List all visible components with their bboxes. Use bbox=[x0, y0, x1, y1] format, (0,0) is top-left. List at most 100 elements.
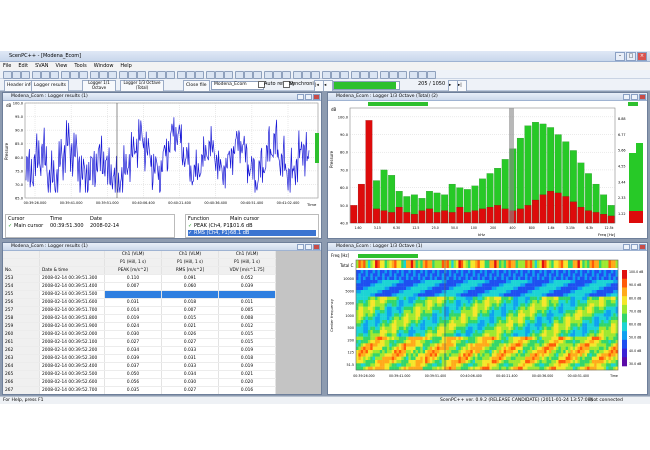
toolbar-icon[interactable] bbox=[264, 71, 273, 79]
column-header[interactable]: VDV [m/s^1.75] bbox=[218, 266, 276, 275]
toolbar-icon[interactable] bbox=[50, 71, 59, 79]
column-header[interactable] bbox=[3, 251, 40, 259]
table-row[interactable]: 255 2008-02-14 00:39:51.500 bbox=[3, 290, 276, 299]
file-select[interactable]: Modena_Ecom bbox=[211, 81, 264, 90]
toolbar-icon[interactable] bbox=[409, 71, 418, 79]
toolbar-icon[interactable] bbox=[215, 71, 224, 79]
logger-line-chart[interactable]: dB Pressure 100.095.090.085.080.075.070.… bbox=[3, 100, 322, 211]
column-header[interactable]: Date & time bbox=[39, 266, 105, 275]
minimize-button[interactable]: – bbox=[615, 52, 625, 61]
table-row[interactable]: 262 2008-02-14 00:39:52.200 0.034 0.033 0.01… bbox=[3, 346, 276, 355]
toolbar-icon[interactable] bbox=[195, 71, 204, 79]
table-row[interactable]: 259 2008-02-14 00:39:51.900 0.024 0.021 0.01… bbox=[3, 322, 276, 331]
table-row[interactable]: 256 2008-02-14 00:39:51.600 0.031 0.018 0.01… bbox=[3, 298, 276, 307]
function-name[interactable]: RMS (Ch4, P1) bbox=[194, 230, 230, 236]
toolbar-icon[interactable] bbox=[3, 71, 12, 79]
toolbar-icon[interactable] bbox=[302, 71, 311, 79]
toolbar-icon[interactable] bbox=[99, 71, 108, 79]
toolbar-icon[interactable] bbox=[90, 71, 99, 79]
column-header[interactable]: Ch1 (VLM) bbox=[218, 251, 276, 259]
toolbar-icon[interactable] bbox=[235, 71, 244, 79]
toolbar-icon[interactable] bbox=[128, 71, 137, 79]
column-header[interactable]: Ch1 (VLM) bbox=[104, 251, 162, 259]
column-header[interactable] bbox=[39, 251, 105, 259]
toolbar-icon[interactable] bbox=[293, 71, 302, 79]
function-name[interactable]: PEAK (Ch4, P1) bbox=[194, 223, 232, 229]
column-header[interactable]: No. bbox=[3, 266, 40, 275]
toolbar-icon[interactable] bbox=[224, 71, 233, 79]
heat-cell bbox=[579, 330, 583, 334]
column-header[interactable]: P1 (Hill, 1 s) bbox=[218, 258, 276, 267]
toolbar-icon[interactable] bbox=[206, 71, 215, 79]
column-header[interactable]: Ch1 (VLM) bbox=[161, 251, 219, 259]
column-header[interactable] bbox=[3, 258, 40, 267]
toolbar-icon[interactable] bbox=[12, 71, 21, 79]
column-header[interactable]: RMS [m/s^2] bbox=[161, 266, 219, 275]
toolbar-icon[interactable] bbox=[21, 71, 30, 79]
toolbar-icon[interactable] bbox=[389, 71, 398, 79]
toolbar-icon[interactable] bbox=[61, 71, 70, 79]
table-row[interactable]: 253 2008-02-14 00:39:51.300 0.110 0.091 0.05… bbox=[3, 274, 276, 283]
column-header[interactable] bbox=[39, 258, 105, 267]
toolbar-icon[interactable] bbox=[418, 71, 427, 79]
toolbar-icon[interactable] bbox=[244, 71, 253, 79]
toolbar-icon[interactable] bbox=[108, 71, 117, 79]
results-grid[interactable]: Ch1 (VLM) Ch1 (VLM) Ch1 (VLM) P1 (Hill, 1 s… bbox=[3, 251, 276, 396]
toolbar-icon[interactable] bbox=[340, 71, 349, 79]
panel-close-button[interactable] bbox=[313, 244, 320, 250]
table-row[interactable]: 264 2008-02-14 00:39:52.400 0.037 0.033 0.01… bbox=[3, 362, 276, 371]
toolbar-icon[interactable] bbox=[427, 71, 436, 79]
table-row[interactable]: 254 2008-02-14 00:39:51.400 0.007 0.060 0.03… bbox=[3, 282, 276, 291]
column-header[interactable]: P1 (Hill, 1 s) bbox=[104, 258, 162, 267]
menu-tools[interactable]: Tools bbox=[74, 63, 86, 69]
toolbar-icon[interactable] bbox=[311, 71, 320, 79]
column-header[interactable]: PEAK [m/s^2] bbox=[104, 266, 162, 275]
menu-window[interactable]: Window bbox=[94, 63, 114, 69]
toolbar-icon[interactable] bbox=[166, 71, 175, 79]
toolbar-icon[interactable] bbox=[157, 71, 166, 79]
toolbar-icon[interactable] bbox=[32, 71, 41, 79]
toolbar-icon[interactable] bbox=[70, 71, 79, 79]
toolbar-icon[interactable] bbox=[360, 71, 369, 79]
menu-file[interactable]: File bbox=[3, 63, 11, 69]
cursor-name[interactable]: Main cursor bbox=[14, 223, 43, 229]
octave-bar-chart[interactable]: dB Pressure 100.090.080.070.060.050.040.… bbox=[328, 100, 648, 239]
toolbar-icon[interactable] bbox=[79, 71, 88, 79]
sonogram-chart[interactable]: Freq [Hz] Total C Center frequency 10000… bbox=[328, 250, 648, 395]
table-row[interactable]: 267 2008-02-14 00:39:52.700 0.035 0.027 0.01… bbox=[3, 386, 276, 394]
column-header[interactable]: P1 (Hill, 1 s) bbox=[161, 258, 219, 267]
menu-view[interactable]: View bbox=[56, 63, 68, 69]
table-row[interactable]: 261 2008-02-14 00:39:52.100 0.027 0.027 0.01… bbox=[3, 338, 276, 347]
toolbar-icon[interactable] bbox=[282, 71, 291, 79]
menu-help[interactable]: Help bbox=[120, 63, 131, 69]
table-row[interactable]: 260 2008-02-14 00:39:52.000 0.030 0.026 0.01… bbox=[3, 330, 276, 339]
close-button[interactable]: × bbox=[637, 52, 647, 61]
menu-svan[interactable]: SVAN bbox=[35, 63, 48, 69]
toolbar-icon[interactable] bbox=[253, 71, 262, 79]
menu-edit[interactable]: Edit bbox=[18, 63, 28, 69]
table-row[interactable]: 266 2008-02-14 00:39:52.600 0.056 0.030 0.02… bbox=[3, 378, 276, 387]
toolbar-icon[interactable] bbox=[273, 71, 282, 79]
table-row[interactable]: 257 2008-02-14 00:39:51.700 0.014 0.007 0.00… bbox=[3, 306, 276, 315]
record-position-bar[interactable] bbox=[333, 81, 400, 90]
toolbar-icon[interactable] bbox=[177, 71, 186, 79]
toolbar-icon[interactable] bbox=[119, 71, 128, 79]
toolbar-icon[interactable] bbox=[398, 71, 407, 79]
toolbar-icon[interactable] bbox=[186, 71, 195, 79]
toolbar-icon[interactable] bbox=[137, 71, 146, 79]
toolbar-icon[interactable] bbox=[380, 71, 389, 79]
cursor-band[interactable] bbox=[509, 108, 514, 223]
toolbar-icon[interactable] bbox=[331, 71, 340, 79]
table-row[interactable]: 265 2008-02-14 00:39:52.500 0.050 0.034 0.02… bbox=[3, 370, 276, 379]
toolbar-icon[interactable] bbox=[351, 71, 360, 79]
table-row[interactable]: 2682008-02-14 00:39:52.8000.0260.0230.01… bbox=[3, 395, 276, 396]
maximize-button[interactable]: □ bbox=[626, 52, 636, 61]
toolbar-icon[interactable] bbox=[322, 71, 331, 79]
toolbar-icon[interactable] bbox=[369, 71, 378, 79]
panel-min-button[interactable] bbox=[297, 244, 304, 250]
panel-max-button[interactable] bbox=[305, 244, 312, 250]
toolbar-icon[interactable] bbox=[148, 71, 157, 79]
toolbar-icon[interactable] bbox=[41, 71, 50, 79]
table-row[interactable]: 263 2008-02-14 00:39:52.300 0.039 0.031 0.01… bbox=[3, 354, 276, 363]
table-row[interactable]: 258 2008-02-14 00:39:51.800 0.019 0.015 0.00… bbox=[3, 314, 276, 323]
